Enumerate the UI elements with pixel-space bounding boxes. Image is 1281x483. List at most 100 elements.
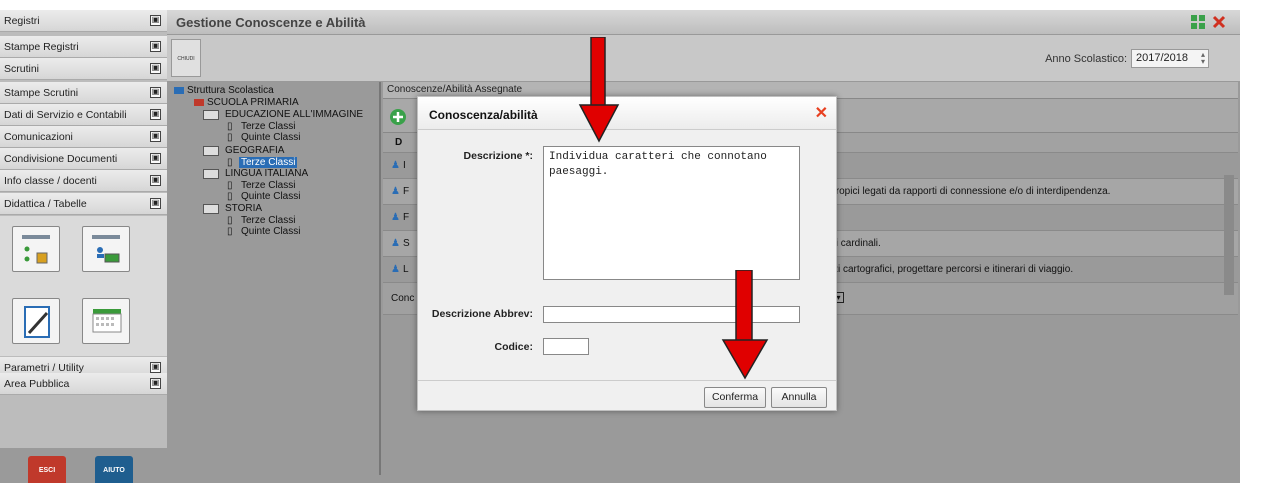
annulla-button[interactable]: Annulla <box>771 387 827 408</box>
sidebar-item-label: Comunicazioni <box>4 130 73 143</box>
add-icon[interactable] <box>389 108 407 126</box>
collapse-toggle-icon[interactable]: ▣ <box>150 378 161 389</box>
sidebar: Registri ▣ Stampe Registri ▣ Scrutini ▣ Sta… <box>0 10 167 483</box>
user-icon: ♟ <box>391 238 400 249</box>
tree-node-subject[interactable]: EDUCAZIONE ALL'IMMAGINE <box>225 109 363 120</box>
calendar-icon <box>92 309 122 333</box>
collapse-toggle-icon[interactable]: ▣ <box>150 153 161 164</box>
tree-node-class-icon: ▯ <box>227 215 233 226</box>
column-header-descrizione[interactable]: D <box>395 137 402 148</box>
assign-tile-button[interactable] <box>82 226 130 272</box>
esci-button[interactable]: ESCI <box>28 456 66 483</box>
tree-node-class-selected[interactable]: Terze Classi <box>239 157 298 168</box>
user-icon: ♟ <box>391 264 400 275</box>
edit-tile-button[interactable] <box>12 298 60 344</box>
tree-node-class-icon: ▯ <box>227 226 233 237</box>
sidebar-item-didattica[interactable]: Didattica / Tabelle ▣ <box>0 193 167 215</box>
row-text: I <box>403 160 406 171</box>
schedule-tile-button[interactable] <box>12 226 60 272</box>
sidebar-item-label: Dati di Servizio e Contabili <box>4 108 127 121</box>
collapse-toggle-icon[interactable]: ▣ <box>150 362 161 373</box>
top-strip <box>0 0 1281 10</box>
tree-node-class[interactable]: Quinte Classi <box>241 191 300 202</box>
user-icon: ♟ <box>391 186 400 197</box>
conferma-button[interactable]: Conferma <box>704 387 766 408</box>
red-arrow-down-icon <box>578 37 620 143</box>
codice-label: Codice: <box>494 341 533 353</box>
tree-node-subject[interactable]: STORIA <box>225 203 262 214</box>
grid-footer-label: Conc <box>391 293 415 304</box>
sidebar-item-label: Condivisione Documenti <box>4 152 118 165</box>
collapse-toggle-icon[interactable]: ▣ <box>150 131 161 142</box>
school-structure-icon <box>174 87 184 94</box>
row-text: L <box>403 264 409 275</box>
folder-icon <box>203 169 219 179</box>
window-title-bar: Gestione Conoscenze e Abilità <box>167 10 1240 35</box>
spinner-arrows-icon[interactable]: ▴ ▾ <box>1201 51 1205 66</box>
codice-input[interactable] <box>543 338 589 355</box>
school-icon <box>194 99 204 106</box>
anno-scolastico-spinner[interactable]: 2017/2018 ▴ ▾ <box>1131 49 1209 68</box>
descrizione-textarea[interactable]: Individua caratteri che connotano paesag… <box>543 146 800 280</box>
tree-node-root[interactable]: Struttura Scolastica <box>187 85 274 96</box>
user-icon: ♟ <box>391 212 400 223</box>
tree-node-class[interactable]: Quinte Classi <box>241 132 300 143</box>
sidebar-item-stampe-scrutini[interactable]: Stampe Scrutini ▣ <box>0 82 167 104</box>
folder-icon <box>203 110 219 120</box>
sidebar-item-stampe-registri[interactable]: Stampe Registri ▣ <box>0 36 167 58</box>
tree-node-school[interactable]: SCUOLA PRIMARIA <box>207 97 299 108</box>
chiudi-button[interactable]: CHIUDI <box>171 39 201 77</box>
tree-node-subject[interactable]: GEOGRAFIA <box>225 145 284 156</box>
tree-node-class[interactable]: Quinte Classi <box>241 226 300 237</box>
tree-node-class[interactable]: Terze Classi <box>241 215 295 226</box>
row-text: S <box>403 238 410 249</box>
sidebar-item-label: Didattica / Tabelle <box>4 197 87 210</box>
tree-node-class-icon: ▯ <box>227 121 233 132</box>
maximize-icon[interactable] <box>1191 15 1205 29</box>
edit-document-icon <box>24 306 50 338</box>
close-window-icon[interactable] <box>1212 15 1226 29</box>
sidebar-item-info-classe[interactable]: Info classe / docenti ▣ <box>0 170 167 192</box>
tree-node-class[interactable]: Terze Classi <box>241 180 295 191</box>
sidebar-item-comunicazioni[interactable]: Comunicazioni ▣ <box>0 126 167 148</box>
tree-node-class-icon: ▯ <box>227 191 233 202</box>
collapse-toggle-icon[interactable]: ▣ <box>150 41 161 52</box>
user-icon: ♟ <box>391 160 400 171</box>
calendar-tile-button[interactable] <box>82 298 130 344</box>
assign-user-icon <box>92 235 120 263</box>
window-title: Gestione Conoscenze e Abilità <box>176 15 366 30</box>
tree-node-class-icon: ▯ <box>227 180 233 191</box>
grid-scrollbar[interactable] <box>1224 175 1234 295</box>
collapse-toggle-icon[interactable]: ▣ <box>150 109 161 120</box>
collapse-toggle-icon[interactable]: ▣ <box>150 87 161 98</box>
sidebar-item-dati-servizio[interactable]: Dati di Servizio e Contabili ▣ <box>0 104 167 126</box>
tree-node-class[interactable]: Terze Classi <box>241 121 295 132</box>
descrizione-label: Descrizione *: <box>463 150 533 162</box>
sidebar-item-area-pubblica[interactable]: Area Pubblica ▣ <box>0 373 167 395</box>
sidebar-item-label: Stampe Scrutini <box>4 86 79 99</box>
schedule-icon <box>22 235 50 264</box>
dialog-footer: Conferma Annulla <box>418 380 836 410</box>
row-text: F <box>403 212 410 223</box>
sidebar-item-registri[interactable]: Registri ▣ <box>0 10 167 32</box>
sidebar-footer <box>0 448 167 483</box>
sidebar-item-scrutini[interactable]: Scrutini ▣ <box>0 58 167 80</box>
aiuto-button[interactable]: AIUTO <box>95 456 133 483</box>
sidebar-item-label: Info classe / docenti <box>4 174 97 187</box>
row-text-tail: ti cardinali. <box>833 238 881 249</box>
tree-node-class-icon: ▯ <box>227 157 233 168</box>
conoscenza-dialog: Conoscenza/abilità ✕ Descrizione *: Indi… <box>417 96 837 411</box>
row-text-tail: tropici legati da rapporti di connession… <box>833 186 1111 197</box>
sidebar-item-label: Area Pubblica <box>4 377 70 390</box>
collapse-toggle-icon[interactable]: ▣ <box>150 175 161 186</box>
sidebar-item-condivisione[interactable]: Condivisione Documenti ▣ <box>0 148 167 170</box>
folder-icon <box>203 204 219 214</box>
collapse-toggle-icon[interactable]: ▣ <box>150 198 161 209</box>
sidebar-item-label: Scrutini <box>4 62 40 75</box>
collapse-toggle-icon[interactable]: ▣ <box>150 63 161 74</box>
close-icon[interactable]: ✕ <box>815 103 828 123</box>
collapse-toggle-icon[interactable]: ▣ <box>150 15 161 26</box>
folder-icon <box>203 146 219 156</box>
anno-scolastico-label: Anno Scolastico: <box>1045 53 1127 65</box>
tree-node-subject[interactable]: LINGUA ITALIANA <box>225 168 308 179</box>
